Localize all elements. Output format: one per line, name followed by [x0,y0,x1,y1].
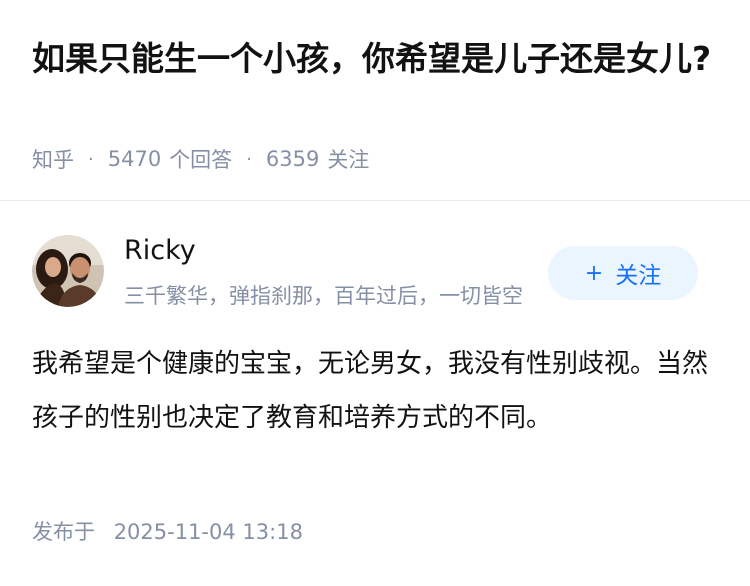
question-title[interactable]: 如果只能生一个小孩，你希望是儿子还是女儿? [32,34,722,84]
published-info: 发布于 2025-11-04 13:18 [32,516,303,546]
published-label: 发布于 [32,520,95,544]
question-meta: 知乎 · 5470 个回答 · 6359 关注 [32,144,369,174]
separator-dot: · [246,148,252,170]
follower-count-label: 关注 [327,148,370,172]
author-name[interactable]: Ricky [124,235,196,266]
follow-button-label: 关注 [615,263,662,289]
answer-content: 我希望是个健康的宝宝，无论男女，我没有性别歧视。当然孩子的性别也决定了教育和培养… [32,349,709,433]
user-avatar-photo-icon [32,235,104,307]
published-time: 2025-11-04 13:18 [113,520,303,544]
section-divider [0,200,750,201]
answer-count: 5470 [107,147,162,171]
author-avatar[interactable] [32,235,104,307]
separator-dot: · [88,148,94,170]
follow-button[interactable]: + 关注 [548,246,698,300]
follower-count: 6359 [265,147,320,171]
plus-icon: + [584,260,604,286]
source-label[interactable]: 知乎 [32,144,74,174]
author-bio: 三千繁华，弹指刹那，百年过后，一切皆空 [124,284,523,308]
answer-count-label[interactable]: 个回答 [169,144,232,174]
